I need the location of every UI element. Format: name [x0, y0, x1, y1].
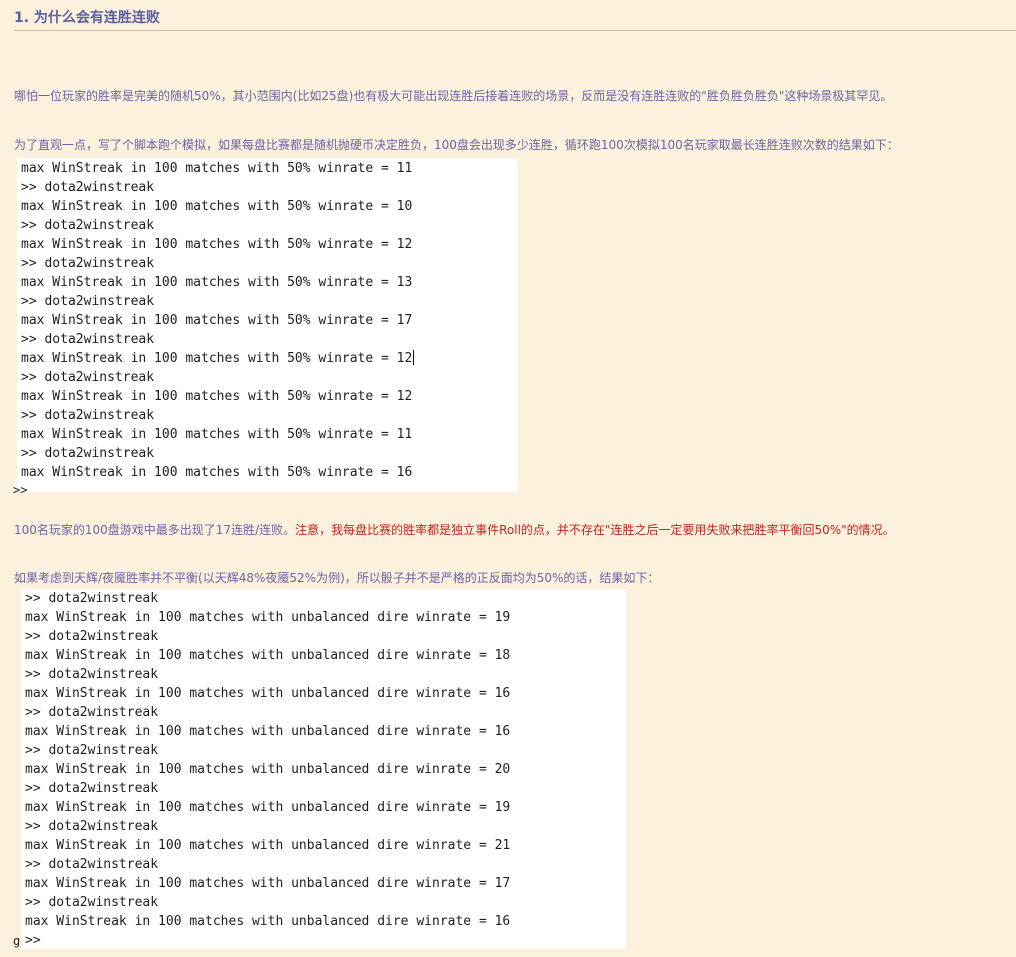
console-result-line: max WinStreak in 100 matches with unbala…: [25, 876, 511, 891]
console-prompt-line: >> dota2winstreak: [25, 781, 159, 796]
console-prompt-line: >> dota2winstreak: [21, 218, 155, 233]
console-result-line: max WinStreak in 100 matches with unbala…: [25, 724, 511, 739]
console-result-line: max WinStreak in 100 matches with 50% wi…: [21, 237, 413, 252]
simulation-paragraph: 为了直观一点，写了个脚本跑个模拟，如果每盘比赛都是随机抛硬币决定胜负，100盘会…: [14, 138, 899, 152]
console-prompt-line: >> dota2winstreak: [25, 743, 159, 758]
independence-note: 注意，我每盘比赛的胜率都是独立事件Roll的点，并不存在"连胜之后一定要用失败来…: [295, 523, 895, 537]
console-result-line: max WinStreak in 100 matches with 50% wi…: [21, 389, 413, 404]
console-prompt-line: >> dota2winstreak: [21, 256, 155, 271]
console-prompt-line: >> dota2winstreak: [21, 294, 155, 309]
console-result-line: max WinStreak in 100 matches with unbala…: [25, 648, 511, 663]
console-result-line: max WinStreak in 100 matches with unbala…: [25, 686, 511, 701]
console-prompt-line: >>: [25, 933, 41, 948]
console-result-line: max WinStreak in 100 matches with 50% wi…: [21, 313, 413, 328]
console-prompt-line: >> dota2winstreak: [25, 819, 159, 834]
console-result-line: max WinStreak in 100 matches with 50% wi…: [21, 465, 413, 480]
console-result-line: max WinStreak in 100 matches with unbala…: [25, 800, 511, 815]
console-prompt-line: >> dota2winstreak: [21, 408, 155, 423]
unbalanced-paragraph: 如果考虑到天辉/夜魇胜率并不平衡(以天辉48%夜魇52%为例)，所以骰子并不是严…: [14, 571, 660, 585]
text-cursor: [413, 350, 415, 365]
console-prompt-line: >> dota2winstreak: [21, 446, 155, 461]
intro-paragraph: 哪怕一位玩家的胜率是完美的随机50%，其小范围内(比如25盘)也有极大可能出现连…: [14, 89, 893, 103]
console-result-line: max WinStreak in 100 matches with unbala…: [25, 914, 511, 929]
console-prompt-line: >> dota2winstreak: [25, 895, 159, 910]
section-heading: 1. 为什么会有连胜连败: [14, 9, 1016, 31]
console-result-line: max WinStreak in 100 matches with unbala…: [25, 838, 511, 853]
console-result-line: max WinStreak in 100 matches with 50% wi…: [21, 427, 413, 442]
console-prompt-line: >> dota2winstreak: [25, 629, 159, 644]
console-result-line: max WinStreak in 100 matches with 50% wi…: [21, 199, 413, 214]
console-result-line: max WinStreak in 100 matches with 50% wi…: [21, 350, 415, 366]
console-prompt-line: >> dota2winstreak: [21, 180, 155, 195]
console-result-line: max WinStreak in 100 matches with 50% wi…: [21, 275, 413, 290]
console-prompt-line: >> dota2winstreak: [25, 705, 159, 720]
console-prompt-line: >> dota2winstreak: [25, 591, 159, 606]
console-result-line: max WinStreak in 100 matches with 50% wi…: [21, 161, 413, 176]
console-cut-prompt: >>: [13, 483, 35, 497]
result-text: 100名玩家的100盘游戏中最多出现了17连胜/连败。: [14, 523, 296, 537]
console-prompt-line: >> dota2winstreak: [21, 370, 155, 385]
result-paragraph: 100名玩家的100盘游戏中最多出现了17连胜/连败。注意，我每盘比赛的胜率都是…: [14, 522, 895, 538]
console-result-line: max WinStreak in 100 matches with unbala…: [25, 610, 511, 625]
console-prompt-line: >> dota2winstreak: [25, 667, 159, 682]
console-output-unbalanced: >> dota2winstreak max WinStreak in 100 ma…: [21, 589, 626, 949]
console-output-balanced: max WinStreak in 100 matches with 50% wi…: [17, 158, 518, 492]
console-stray-glyph: g: [13, 934, 21, 948]
console-result-line: max WinStreak in 100 matches with unbala…: [25, 762, 511, 777]
console-prompt-line: >> dota2winstreak: [25, 857, 159, 872]
console-prompt-line: >> dota2winstreak: [21, 332, 155, 347]
